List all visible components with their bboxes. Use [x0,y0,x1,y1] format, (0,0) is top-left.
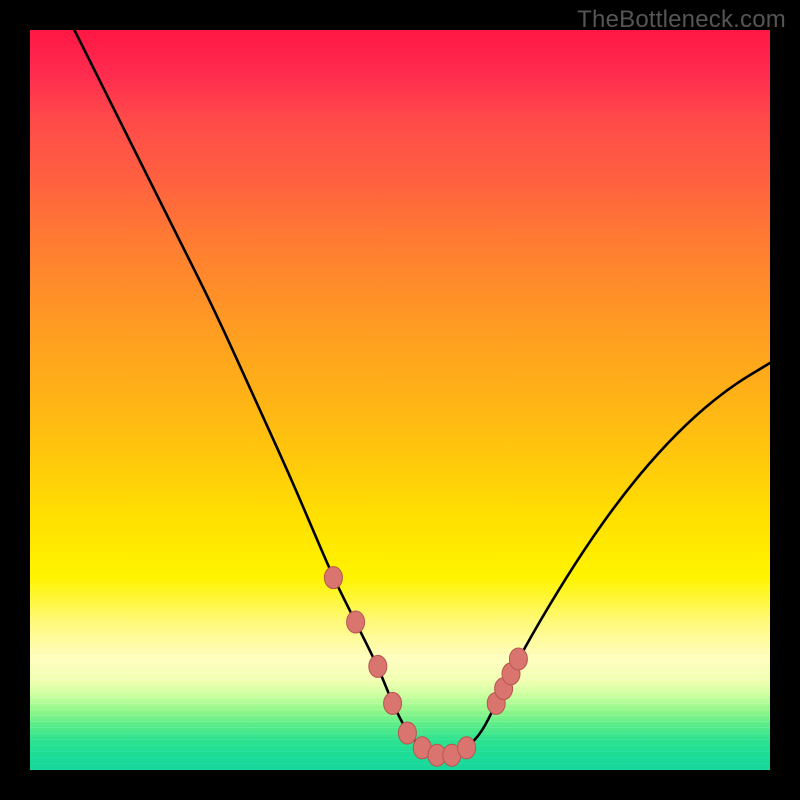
watermark-text: TheBottleneck.com [577,6,786,34]
bottleneck-curve-svg [30,30,770,770]
curve-marker [384,692,402,714]
curve-marker [347,611,365,633]
chart-frame: TheBottleneck.com [0,0,800,800]
curve-marker [324,567,342,589]
curve-marker [369,655,387,677]
bottleneck-curve [74,30,770,755]
curve-layer [74,30,770,755]
markers-layer [324,567,527,767]
curve-marker [509,648,527,670]
plot-area [30,30,770,770]
curve-marker [398,722,416,744]
curve-marker [458,737,476,759]
